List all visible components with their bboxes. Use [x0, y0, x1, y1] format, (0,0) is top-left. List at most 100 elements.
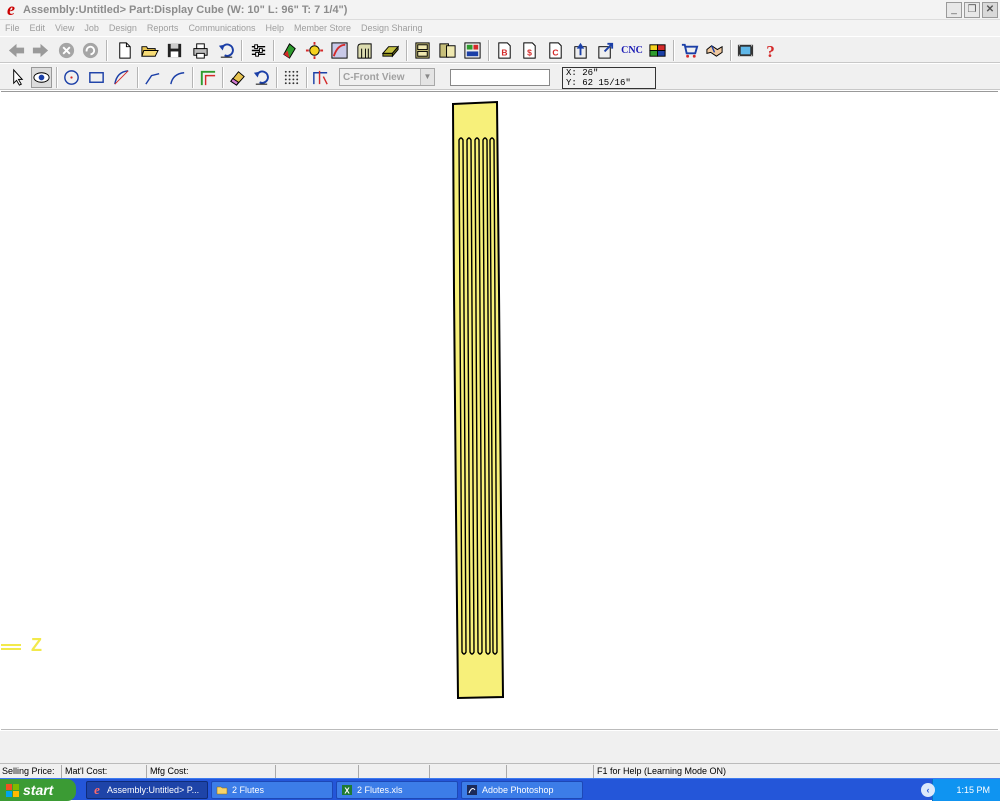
- photoshop-icon: [466, 784, 478, 796]
- task-label: 2 Flutes.xls: [357, 785, 403, 795]
- undo-draw-icon[interactable]: [251, 67, 272, 88]
- cabinet-icon[interactable]: [412, 40, 433, 61]
- select-pointer-icon[interactable]: [7, 67, 28, 88]
- chevron-down-icon[interactable]: ▼: [420, 69, 434, 85]
- window-controls: _ ❐ ✕: [946, 2, 998, 18]
- menu-job[interactable]: Job: [79, 23, 104, 33]
- price-report-icon[interactable]: $: [519, 40, 540, 61]
- task-button-assembly[interactable]: e Assembly:Untitled> P...: [86, 781, 208, 799]
- title-bar: e Assembly:Untitled> Part:Display Cube (…: [0, 0, 1000, 20]
- menu-file[interactable]: File: [0, 23, 25, 33]
- film-strip-icon[interactable]: [735, 40, 756, 61]
- undo-icon[interactable]: [216, 40, 237, 61]
- forward-arrow-icon[interactable]: [30, 40, 51, 61]
- status-cell-empty-2: [360, 765, 430, 778]
- eraser-icon[interactable]: [227, 67, 248, 88]
- back-arrow-icon[interactable]: [6, 40, 27, 61]
- profile-edge-icon[interactable]: [329, 40, 350, 61]
- menu-design-sharing[interactable]: Design Sharing: [356, 23, 428, 33]
- svg-text:?: ?: [766, 42, 775, 60]
- upload-icon[interactable]: [570, 40, 591, 61]
- task-button-flutes-xls[interactable]: X 2 Flutes.xls: [336, 781, 458, 799]
- app-logo-icon: e: [7, 0, 15, 19]
- line-tool-icon[interactable]: [142, 67, 163, 88]
- clock: 1:15 PM: [956, 785, 990, 795]
- start-button[interactable]: start: [0, 779, 76, 801]
- status-bar: Selling Price: Mat'l Cost: Mfg Cost: F1 …: [0, 763, 1000, 778]
- circle-tool-icon[interactable]: [61, 67, 82, 88]
- svg-text:C: C: [552, 47, 558, 57]
- cnc-button[interactable]: CNC: [620, 40, 644, 61]
- task-button-flutes-folder[interactable]: 2 Flutes: [211, 781, 333, 799]
- windows-logo-icon: [6, 783, 19, 797]
- color-palette-icon[interactable]: [647, 40, 668, 61]
- drawing-canvas[interactable]: Z: [1, 91, 998, 730]
- coordinate-x: X: 26": [566, 68, 599, 78]
- view-selector-value: C-Front View: [343, 71, 405, 83]
- parameters-icon[interactable]: [248, 40, 269, 61]
- task-label: Adobe Photoshop: [482, 785, 554, 795]
- app-e-icon: e: [94, 782, 100, 797]
- command-input[interactable]: [450, 69, 550, 86]
- hardware-icon[interactable]: [304, 40, 325, 61]
- open-folder-icon[interactable]: [139, 40, 160, 61]
- coordinate-readout: X: 26" Y: 62 15/16": [562, 67, 656, 89]
- app-window: e Assembly:Untitled> Part:Display Cube (…: [0, 0, 1000, 778]
- corner-tool-icon[interactable]: [197, 67, 218, 88]
- menu-design[interactable]: Design: [104, 23, 142, 33]
- view-selector[interactable]: C-Front View ▼: [339, 68, 435, 86]
- print-icon[interactable]: [190, 40, 211, 61]
- new-file-icon[interactable]: [114, 40, 135, 61]
- cancel-circle-icon[interactable]: [56, 40, 77, 61]
- redo-circle-icon[interactable]: [80, 40, 101, 61]
- material-cost-label: Mat'l Cost:: [63, 765, 147, 778]
- menu-view[interactable]: View: [50, 23, 79, 33]
- menu-communications[interactable]: Communications: [183, 23, 260, 33]
- folder-icon: [216, 784, 228, 796]
- bid-report-icon[interactable]: B: [494, 40, 515, 61]
- snap-tool-icon[interactable]: [310, 67, 331, 88]
- shopping-cart-icon[interactable]: [679, 40, 700, 61]
- view-eye-icon[interactable]: [31, 67, 52, 88]
- start-label: start: [23, 782, 54, 798]
- selling-price-label: Selling Price:: [0, 765, 62, 778]
- window-title: Assembly:Untitled> Part:Display Cube (W:…: [23, 3, 348, 16]
- menu-member-store[interactable]: Member Store: [289, 23, 356, 33]
- menu-help[interactable]: Help: [260, 23, 289, 33]
- menu-bar: File Edit View Job Design Reports Commun…: [0, 20, 1000, 36]
- arc-tool-icon[interactable]: [111, 67, 132, 88]
- close-button[interactable]: ✕: [982, 2, 998, 18]
- taskbar: start e Assembly:Untitled> P... 2 Flutes…: [0, 778, 1000, 801]
- grid-icon[interactable]: [281, 67, 302, 88]
- svg-text:$: $: [527, 47, 532, 57]
- materials-icon[interactable]: [279, 40, 300, 61]
- menu-edit[interactable]: Edit: [25, 23, 51, 33]
- tray-expand-icon[interactable]: ‹: [921, 783, 935, 797]
- curve-tool-icon[interactable]: [167, 67, 188, 88]
- menu-reports[interactable]: Reports: [142, 23, 184, 33]
- layout-icon[interactable]: [462, 40, 483, 61]
- status-cell-empty-3: [431, 765, 507, 778]
- mfg-cost-label: Mfg Cost:: [148, 765, 276, 778]
- export-icon[interactable]: [595, 40, 616, 61]
- svg-text:B: B: [501, 47, 507, 57]
- cnc-label: CNC: [621, 45, 643, 56]
- help-question-icon[interactable]: ?: [760, 40, 781, 61]
- help-hint: F1 for Help (Learning Mode ON): [597, 766, 727, 776]
- lower-panel: [0, 730, 1000, 763]
- board-icon[interactable]: [380, 40, 401, 61]
- minimize-button[interactable]: _: [946, 2, 962, 18]
- axis-line: [1, 644, 21, 650]
- handshake-icon[interactable]: [704, 40, 725, 61]
- cutlist-report-icon[interactable]: C: [545, 40, 566, 61]
- assembly-icon[interactable]: [437, 40, 458, 61]
- restore-button[interactable]: ❐: [964, 2, 980, 18]
- moulding-icon[interactable]: [354, 40, 375, 61]
- rectangle-tool-icon[interactable]: [86, 67, 107, 88]
- excel-icon: X: [341, 784, 353, 796]
- coordinate-y: Y: 62 15/16": [566, 78, 631, 88]
- main-toolbar: B $ C CNC ?: [0, 36, 1000, 63]
- status-cell-empty-4: [508, 765, 594, 778]
- task-button-photoshop[interactable]: Adobe Photoshop: [461, 781, 583, 799]
- save-disk-icon[interactable]: [164, 40, 185, 61]
